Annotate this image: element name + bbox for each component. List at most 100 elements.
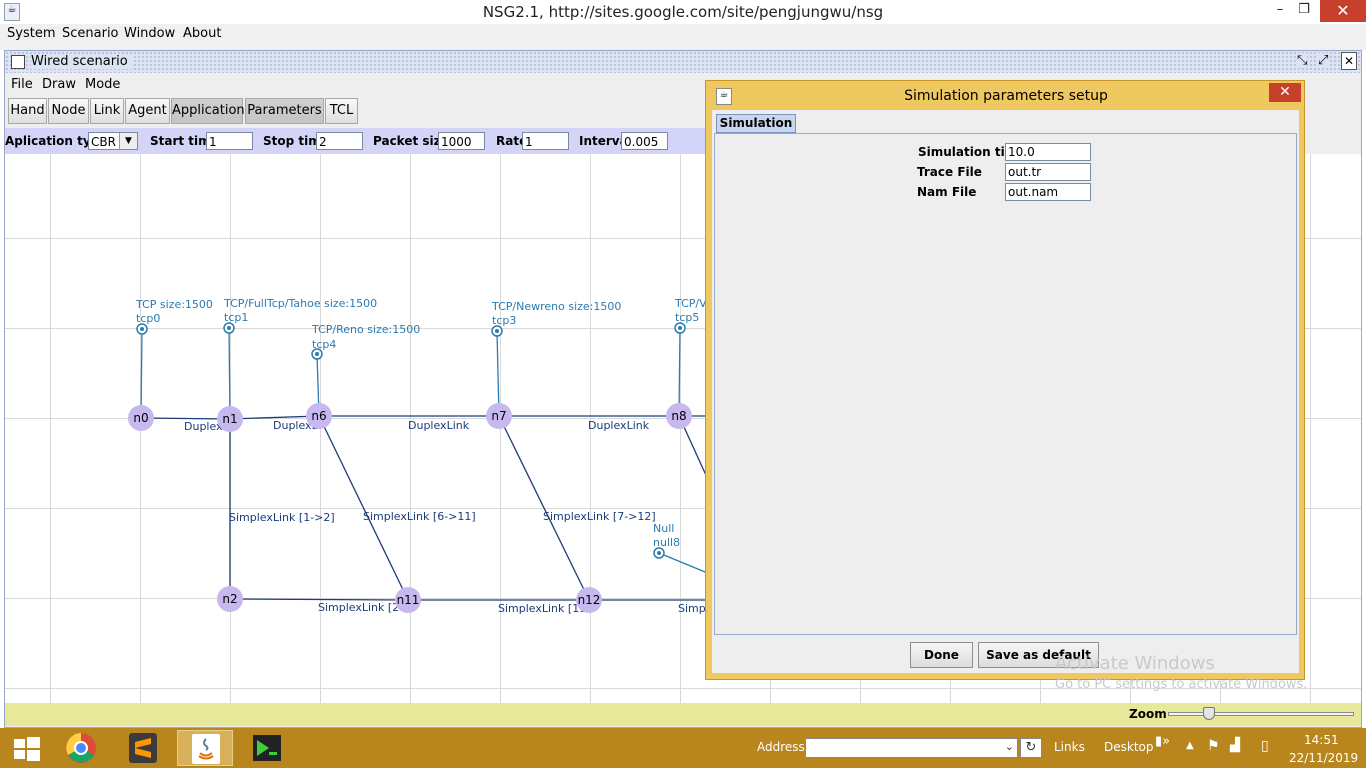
flag-icon[interactable]: ⚑ [1207, 738, 1220, 754]
node-button[interactable]: Node [48, 98, 89, 124]
node-label: n7 [491, 409, 506, 423]
network-signal-icon[interactable]: ▟ [1230, 738, 1240, 753]
node-label: n12 [578, 593, 601, 607]
agent-name-label: tcp1 [224, 311, 248, 324]
nam-file-input[interactable]: out.nam [1005, 183, 1091, 201]
maximize-icon[interactable]: ⤢ [1318, 53, 1329, 68]
show-hidden-icons-icon[interactable]: ▲ [1186, 740, 1194, 751]
tcl-button[interactable]: TCL [325, 98, 358, 124]
java-logo [192, 734, 220, 764]
sublime-logo [129, 733, 157, 763]
agent-type-label: TCP size:1500 [135, 298, 213, 311]
link-label: SimplexLink [11- [498, 602, 590, 615]
app-type-value: CBR [91, 135, 116, 149]
window-icon [11, 55, 25, 69]
terminal-icon[interactable] [239, 730, 295, 766]
trace-file-input[interactable]: out.tr [1005, 163, 1091, 181]
agent-name-label: tcp0 [136, 312, 160, 325]
battery-icon[interactable]: ▯ [1261, 738, 1269, 754]
trace-file-label: Trace File [917, 165, 982, 179]
chrome-icon[interactable] [53, 730, 109, 766]
menu-file[interactable]: File [11, 77, 33, 92]
start-time-input[interactable]: 1 [206, 132, 253, 150]
agent-type-label: TCP/FullTcp/Tahoe size:1500 [223, 297, 377, 310]
interval-input[interactable]: 0.005 [621, 132, 668, 150]
activate-windows-subtitle: Go to PC settings to activate Windows. [1055, 677, 1308, 692]
zoom-slider[interactable] [1168, 707, 1354, 721]
agent-type-label: TCP/Reno size:1500 [311, 323, 420, 336]
app-type-select[interactable]: CBR ▼ [88, 132, 138, 150]
attach-tcp1 [228, 327, 231, 420]
inner-close-icon[interactable]: ✕ [1341, 52, 1357, 70]
stop-time-input[interactable]: 2 [316, 132, 363, 150]
menu-about[interactable]: About [183, 26, 221, 41]
nam-file-label: Nam File [917, 185, 977, 199]
tab-simulation[interactable]: Simulation [716, 114, 796, 133]
agent-type-label: Null [653, 522, 674, 535]
application-button[interactable]: Application [171, 98, 245, 124]
link-labels: DuplexL DuplexL DuplexLink DuplexLink Si… [184, 419, 709, 615]
clock-time[interactable]: 14:51 [1304, 733, 1339, 747]
simulation-time-input[interactable]: 10.0 [1005, 143, 1091, 161]
restore-icon[interactable]: ❐ [1290, 2, 1318, 22]
close-icon[interactable]: ✕ [1320, 0, 1366, 22]
menu-draw[interactable]: Draw [42, 77, 76, 92]
sublime-icon[interactable] [115, 730, 171, 766]
windows-logo [14, 737, 40, 761]
desktop-toolbar-label[interactable]: Desktop [1104, 740, 1154, 754]
chevron-down-icon[interactable]: ▼ [119, 133, 137, 149]
java-icon[interactable] [177, 730, 233, 766]
link-label: SimplexLink [1->2] [229, 511, 335, 524]
agent-button[interactable]: Agent [125, 98, 170, 124]
zoom-track [1168, 712, 1354, 716]
status-bar: Zoom [5, 703, 1361, 726]
app-menubar: System Scenario Window About [0, 24, 1366, 44]
menu-system[interactable]: System [7, 26, 55, 41]
links-toolbar-label[interactable]: Links [1054, 740, 1085, 754]
app-title-bar: ☕ NSG2.1, http://sites.google.com/site/p… [0, 0, 1366, 24]
hand-button[interactable]: Hand [8, 98, 47, 124]
rate-input[interactable]: 1 [522, 132, 569, 150]
menu-mode[interactable]: Mode [85, 77, 120, 92]
parameters-button[interactable]: Parameters [245, 98, 324, 124]
agent-type-label: TCP/V [674, 297, 707, 310]
activate-windows-title: Activate Windows [1055, 653, 1215, 674]
agent-type-label: TCP/Newreno size:1500 [491, 300, 621, 313]
refresh-button[interactable]: ↻ [1020, 738, 1042, 758]
link-label: SimplexLink [6->11] [363, 510, 476, 523]
agent-tcp5-dot [678, 326, 682, 330]
iconify-icon[interactable]: ⤡ [1297, 53, 1308, 68]
simulation-panel: Simulation time 10.0 Trace File out.tr N… [714, 133, 1297, 635]
menu-window[interactable]: Window [124, 26, 175, 41]
link-button[interactable]: Link [90, 98, 124, 124]
link-label: DuplexLink [588, 419, 650, 432]
agent-name-label: tcp4 [312, 338, 336, 351]
node-label: n8 [671, 409, 686, 423]
done-button[interactable]: Done [910, 642, 973, 668]
attach-tcp0 [140, 328, 143, 419]
dialog-close-icon[interactable]: ✕ [1269, 83, 1301, 102]
nodes: n0 n1 n6 n7 n8 n2 n11 n12 [128, 403, 692, 613]
agent-tcp1-dot [227, 326, 231, 330]
node-label: n1 [222, 412, 237, 426]
agent-tcp3-dot [495, 329, 499, 333]
chrome-logo [66, 733, 96, 763]
chevron-down-icon[interactable]: ⌄ [1005, 740, 1014, 753]
address-input[interactable]: ⌄ [805, 738, 1018, 758]
folder-icon[interactable]: ▮» [1155, 734, 1170, 749]
link-n0-n1[interactable] [141, 417, 231, 420]
node-label: n2 [222, 592, 237, 606]
link-n6-n11[interactable] [318, 415, 409, 601]
link-n7-n12[interactable] [498, 415, 590, 601]
zoom-label: Zoom [1129, 707, 1167, 721]
application-params-bar: Aplication type CBR ▼ Start time 1 Stop … [5, 128, 705, 154]
windows-start-icon[interactable] [0, 730, 56, 766]
attach-null8 [658, 552, 711, 575]
clock-date[interactable]: 22/11/2019 [1289, 751, 1358, 765]
agent-tcp4-dot [315, 352, 319, 356]
zoom-slider-thumb[interactable] [1203, 707, 1215, 720]
menu-scenario[interactable]: Scenario [62, 26, 119, 41]
packet-size-input[interactable]: 1000 [438, 132, 485, 150]
address-label: Address [757, 740, 805, 754]
link-n2-n11[interactable] [229, 598, 409, 601]
